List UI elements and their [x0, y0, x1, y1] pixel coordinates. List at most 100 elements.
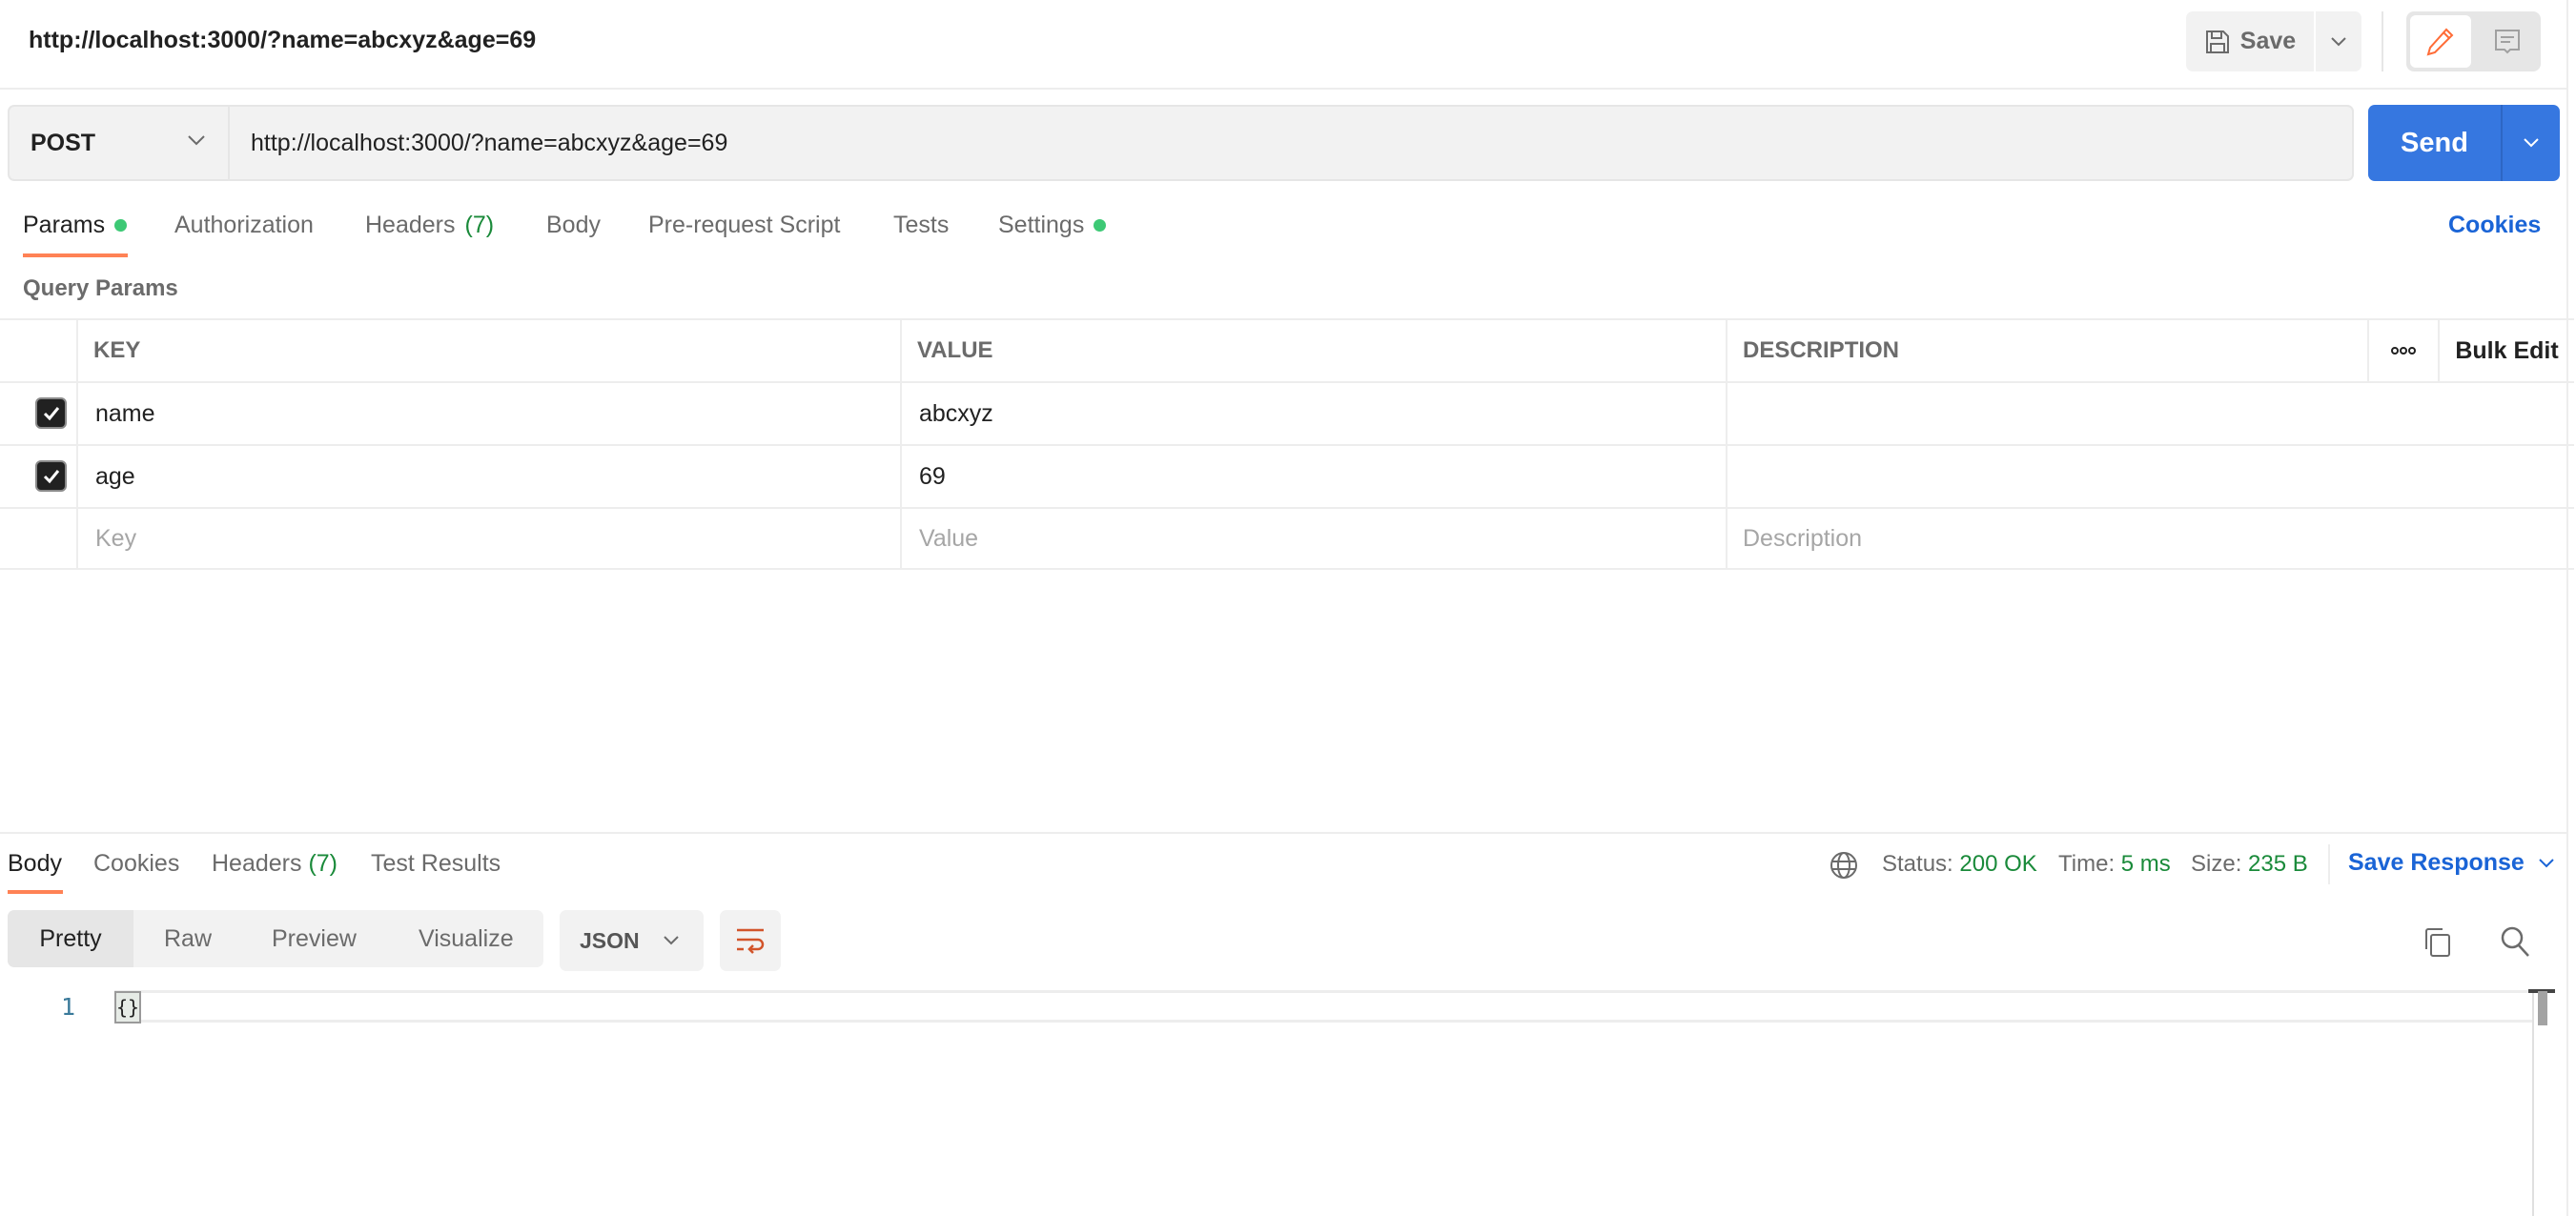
url-input[interactable]: http://localhost:3000/?name=abcxyz&age=6…: [228, 105, 2354, 181]
more-options-button[interactable]: [2367, 320, 2438, 381]
view-mode-visualize[interactable]: Visualize: [419, 910, 514, 967]
tab-label: Params: [23, 212, 106, 238]
chevron-down-icon: [663, 936, 679, 945]
time-label: Time:: [2058, 851, 2116, 877]
time-readout: Time: 5 ms: [2058, 851, 2171, 878]
checkmark-icon: [43, 406, 59, 420]
tab-label: Settings: [998, 212, 1085, 238]
comment-icon: [2495, 29, 2520, 53]
globe-icon[interactable]: [1829, 850, 1859, 881]
comments-button[interactable]: [2477, 15, 2538, 68]
new-value-input[interactable]: Value: [900, 509, 1726, 568]
response-pane-divider[interactable]: [0, 832, 2568, 834]
pencil-icon: [2426, 28, 2454, 55]
new-key-input[interactable]: Key: [76, 509, 900, 568]
headers-count: (7): [464, 212, 495, 238]
chevron-down-icon: [188, 135, 205, 146]
response-tab-headers[interactable]: Headers (7): [212, 850, 337, 878]
tab-pre-request-script[interactable]: Pre-request Script: [648, 212, 840, 239]
code-line[interactable]: {}: [114, 991, 141, 1023]
header-separator: [0, 88, 2568, 90]
send-button[interactable]: Send: [2368, 105, 2501, 181]
tab-tests[interactable]: Tests: [893, 212, 949, 239]
save-label: Save: [2239, 28, 2297, 54]
param-key[interactable]: name: [76, 383, 900, 444]
checkmark-icon: [43, 469, 59, 483]
copy-icon[interactable]: [2423, 926, 2453, 959]
meta-divider: [2328, 844, 2330, 884]
row-checkbox[interactable]: [35, 397, 67, 429]
send-label: Send: [2401, 127, 2468, 158]
header-divider: [2382, 11, 2383, 71]
new-description-input[interactable]: Description: [1726, 509, 2574, 568]
save-dropdown-button[interactable]: [2316, 11, 2361, 71]
time-value: 5 ms: [2120, 851, 2171, 877]
tab-params[interactable]: Params: [23, 212, 128, 239]
chevron-down-icon: [2331, 36, 2346, 46]
column-header-key: KEY: [76, 320, 900, 381]
tab-label: Authorization: [174, 212, 314, 238]
column-header-description: DESCRIPTION: [1726, 320, 2367, 381]
tab-settings[interactable]: Settings: [998, 212, 1107, 239]
row-checkbox[interactable]: [35, 460, 67, 492]
search-icon[interactable]: [2499, 924, 2531, 959]
tab-headers[interactable]: Headers (7): [365, 212, 494, 239]
edit-mode-button[interactable]: [2410, 15, 2471, 68]
tab-label: Body: [546, 212, 601, 238]
chevron-down-icon: [2539, 858, 2554, 867]
more-horizontal-icon: [2391, 347, 2416, 355]
response-tab-test-results[interactable]: Test Results: [371, 850, 501, 878]
language-select[interactable]: JSON: [560, 910, 704, 971]
headers-count: (7): [308, 850, 338, 877]
active-tab-indicator: [8, 890, 63, 894]
status-readout: Status: 200 OK: [1882, 851, 2037, 878]
param-key[interactable]: age: [76, 446, 900, 507]
send-dropdown-button[interactable]: [2501, 105, 2560, 181]
tab-label: Tests: [893, 212, 950, 238]
view-mode-raw[interactable]: Raw: [164, 910, 212, 967]
column-header-value: VALUE: [900, 320, 1726, 381]
status-dot: [114, 219, 128, 232]
line-number: 1: [61, 993, 76, 1021]
status-value: 200 OK: [1959, 851, 2037, 877]
tab-body[interactable]: Body: [546, 212, 601, 239]
tab-label: Headers: [365, 212, 456, 238]
view-mode-preview[interactable]: Preview: [272, 910, 357, 967]
param-description[interactable]: [1726, 383, 2574, 444]
view-mode-pretty[interactable]: Pretty: [8, 910, 133, 967]
chevron-down-icon: [2524, 138, 2539, 148]
tab-authorization[interactable]: Authorization: [174, 212, 314, 239]
save-response-label: Save Response: [2348, 849, 2525, 876]
status-label: Status:: [1882, 851, 1953, 877]
tab-label: Headers: [212, 850, 302, 877]
save-button[interactable]: Save: [2186, 11, 2314, 71]
status-dot: [1094, 219, 1107, 232]
response-tab-body[interactable]: Body: [8, 850, 62, 878]
floppy-disk-icon: [2205, 30, 2229, 53]
active-line-highlight: [114, 990, 2533, 1023]
pane-border: [2566, 0, 2568, 1216]
wrap-lines-icon: [737, 928, 765, 954]
query-params-title: Query Params: [23, 275, 178, 301]
save-response-button[interactable]: Save Response: [2348, 849, 2555, 877]
editor-scrollbar[interactable]: [2538, 991, 2547, 1025]
url-value: http://localhost:3000/?name=abcxyz&age=6…: [251, 129, 728, 156]
param-value[interactable]: 69: [900, 446, 1726, 507]
bulk-edit-button[interactable]: Bulk Edit: [2438, 320, 2574, 381]
table-header-row: KEY VALUE DESCRIPTION Bulk Edit: [0, 318, 2574, 381]
size-label: Size:: [2191, 851, 2242, 877]
active-tab-indicator: [23, 253, 128, 257]
editor-gutter-line: [2532, 991, 2534, 1216]
language-value: JSON: [580, 927, 640, 953]
request-title[interactable]: http://localhost:3000/?name=abcxyz&age=6…: [29, 27, 536, 54]
response-tab-cookies[interactable]: Cookies: [93, 850, 179, 878]
size-value: 235 B: [2248, 851, 2308, 877]
table-row: age 69: [0, 444, 2574, 507]
param-description[interactable]: [1726, 446, 2574, 507]
wrap-lines-button[interactable]: [720, 910, 781, 971]
table-row: name abcxyz: [0, 381, 2574, 444]
cookies-link[interactable]: Cookies: [2448, 212, 2541, 239]
param-value[interactable]: abcxyz: [900, 383, 1726, 444]
method-value: POST: [31, 129, 96, 156]
table-row-new: Key Value Description: [0, 507, 2574, 570]
